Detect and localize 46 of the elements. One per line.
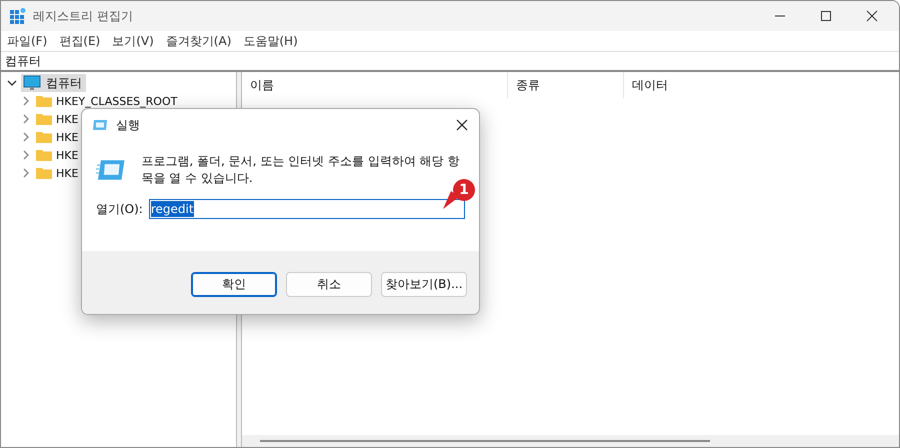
tree-label: HKE <box>56 148 78 162</box>
run-icon <box>96 159 126 181</box>
step-badge: 1 <box>443 179 475 211</box>
run-icon <box>92 119 108 131</box>
folder-icon <box>35 148 53 162</box>
column-header[interactable]: 데이터 <box>624 72 668 98</box>
address-field[interactable]: 컴퓨터 <box>1 51 899 72</box>
folder-icon <box>35 166 53 180</box>
column-header[interactable]: 이름 <box>242 72 508 98</box>
open-label: 열기(O): <box>96 200 143 218</box>
chevron-right-icon[interactable] <box>21 114 31 124</box>
window-title: 레지스트리 편집기 <box>33 8 134 24</box>
chevron-right-icon[interactable] <box>21 132 31 142</box>
folder-icon <box>35 94 53 108</box>
menu-item[interactable]: 파일(F) <box>1 32 54 50</box>
menu-item[interactable]: 편집(E) <box>53 32 106 50</box>
chevron-right-icon[interactable] <box>21 96 31 106</box>
menu-item[interactable]: 보기(V) <box>106 32 160 50</box>
tree-item[interactable]: HKE <box>35 110 82 128</box>
folder-icon <box>35 112 53 126</box>
menu-item[interactable]: 도움말(H) <box>237 32 304 50</box>
open-field[interactable]: regedit <box>148 199 465 219</box>
close-icon[interactable] <box>455 118 469 132</box>
tree-item[interactable]: HKE <box>35 146 82 164</box>
tree-item[interactable]: HKE <box>35 164 82 182</box>
dialog-button[interactable]: 찾아보기(B)... <box>381 272 467 297</box>
menu-item[interactable]: 즐겨찾기(A) <box>160 32 238 50</box>
chevron-right-icon[interactable] <box>21 168 31 178</box>
tree-label: HKE <box>56 112 78 126</box>
tree-item[interactable]: HKEY_CLASSES_ROOT <box>35 92 182 110</box>
chevron-down-icon[interactable] <box>7 78 17 88</box>
tree-label: HKEY_CLASSES_ROOT <box>56 94 178 108</box>
folder-icon <box>35 130 53 144</box>
registry-icon <box>9 7 27 25</box>
scrollbar-thumb[interactable] <box>260 440 710 442</box>
dialog-button[interactable]: 확인 <box>191 272 277 297</box>
dialog-button[interactable]: 취소 <box>286 272 372 297</box>
column-header[interactable]: 종류 <box>508 72 624 98</box>
chevron-right-icon[interactable] <box>21 150 31 160</box>
tree-label: HKE <box>56 166 78 180</box>
tree-label: 컴퓨터 <box>46 74 82 92</box>
dialog-title: 실행 <box>116 116 140 134</box>
tree-label: HKE <box>56 130 78 144</box>
tree-item[interactable]: 컴퓨터 <box>21 74 86 92</box>
tree-item[interactable]: HKE <box>35 128 82 146</box>
monitor-icon <box>23 75 41 91</box>
